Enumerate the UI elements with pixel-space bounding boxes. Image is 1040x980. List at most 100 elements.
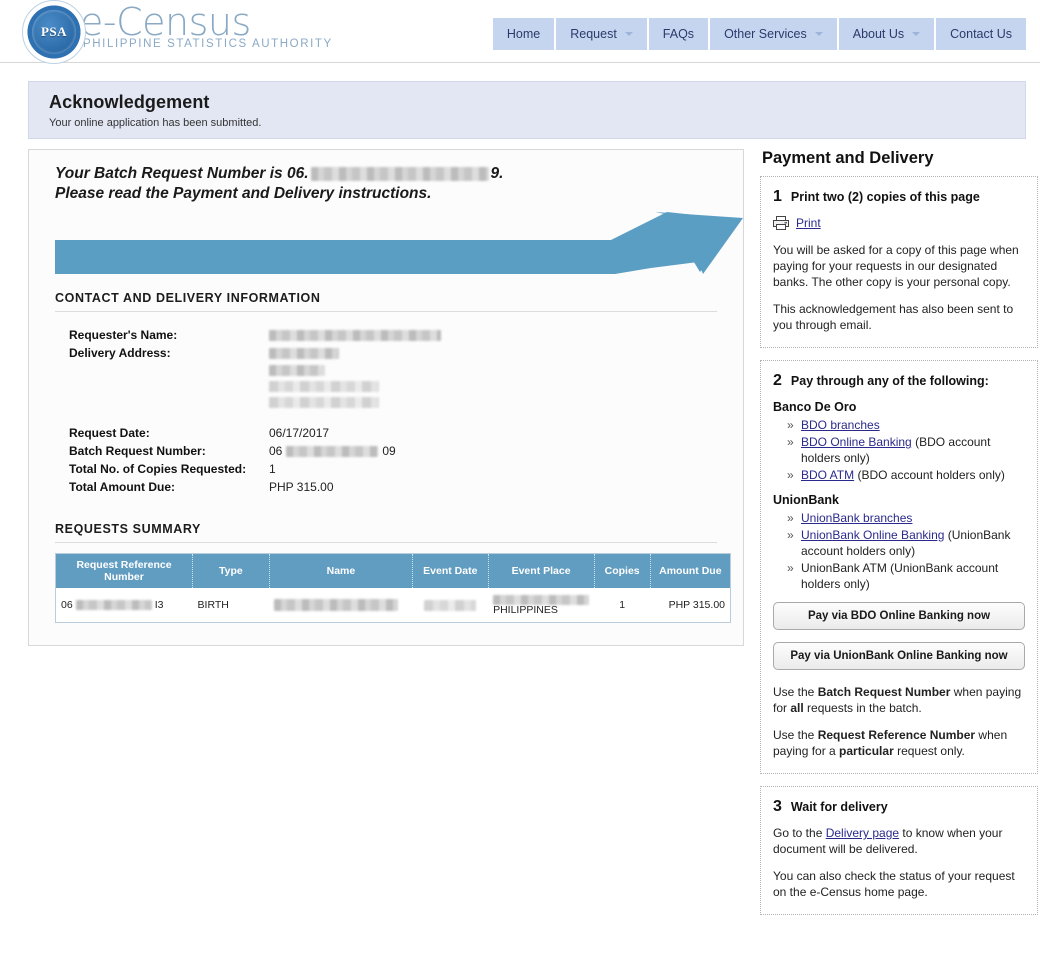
batch-number-suffix: 09 <box>382 444 396 458</box>
column-request-reference-number: Request Reference Number <box>55 553 194 588</box>
main-navigation: Home Request FAQs Other Services About U… <box>492 18 1026 50</box>
step-2-box: 2 Pay through any of the following: Banc… <box>760 360 1038 774</box>
batch-note-term: Batch Request Number <box>817 685 951 699</box>
step-2-number: 2 <box>773 372 782 389</box>
redacted-address-line-4 <box>269 397 379 409</box>
nav-label-faqs: FAQs <box>662 27 695 41</box>
print-link[interactable]: Print <box>796 215 821 231</box>
bank-options-bdo: BDO branches BDO Online Banking (BDO acc… <box>773 417 1025 483</box>
info-value-requester-name <box>269 326 441 344</box>
bdo-atm-note: (BDO account holders only) <box>854 468 1005 482</box>
cell-request-reference-number: 06 I3 <box>55 588 193 623</box>
redacted-event-date <box>424 599 477 611</box>
column-type: Type <box>192 553 270 588</box>
column-copies: Copies <box>594 553 651 588</box>
step-3-header: 3 Wait for delivery <box>773 799 1025 815</box>
table-header-row: Request Reference Number Type Name Event… <box>55 553 731 588</box>
nav-item-request[interactable]: Request <box>556 18 649 50</box>
list-item[interactable]: UnionBank branches <box>787 510 1025 526</box>
step-1-number: 1 <box>773 188 782 205</box>
content-wrapper: Your Batch Request Number is 06. 9. Pleas… <box>28 149 1038 927</box>
redacted-name <box>274 599 399 612</box>
nav-item-faqs[interactable]: FAQs <box>648 18 711 50</box>
nav-item-home[interactable]: Home <box>492 18 557 50</box>
bdo-branches-link[interactable]: BDO branches <box>801 418 880 432</box>
brand-logo[interactable]: PSA PHILIPPINE STATISTICS AUTHORITY e-Ce… <box>22 0 333 64</box>
step-1-paragraph-2: This acknowledgement has also been sent … <box>773 302 1014 332</box>
brand-text: e-Census PHILIPPINE STATISTICS AUTHORITY <box>80 0 333 50</box>
info-row-address-line2 <box>69 362 441 378</box>
nav-label-request: Request <box>570 27 617 41</box>
delivery-page-link[interactable]: Delivery page <box>826 826 899 840</box>
info-label-blank-2 <box>69 378 269 394</box>
step-3-box: 3 Wait for delivery Go to the Delivery p… <box>760 786 1038 915</box>
cell-event-place: PHILIPPINES <box>488 588 595 623</box>
unionbank-branches-link[interactable]: UnionBank branches <box>801 511 912 525</box>
table-row: 06 I3 BIRTH PHILIPPINES 1 PHP 315.00 <box>55 588 731 623</box>
bank-options-unionbank: UnionBank branches UnionBank Online Bank… <box>773 510 1025 592</box>
info-row-batch-request-number: Batch Request Number: 06 09 <box>69 442 441 460</box>
redacted-requester-name <box>269 330 441 342</box>
batch-note-e: requests in the batch. <box>803 701 922 715</box>
column-event-date: Event Date <box>412 553 489 588</box>
batch-note-a: Use the <box>773 685 818 699</box>
list-item[interactable]: BDO ATM (BDO account holders only) <box>787 467 1025 483</box>
info-row-spacer <box>69 410 441 424</box>
redacted-batch-number-mid <box>286 446 379 458</box>
ref-note-e: request only. <box>893 744 965 758</box>
step-1-box: 1 Print two (2) copies of this page Prin… <box>760 176 1038 348</box>
list-item[interactable]: BDO Online Banking (BDO account holders … <box>787 434 1025 466</box>
info-row-address-line4 <box>69 394 441 410</box>
payment-delivery-title: Payment and Delivery <box>762 149 934 167</box>
info-label-delivery-address: Delivery Address: <box>69 346 171 360</box>
info-label-request-date: Request Date: <box>69 426 150 440</box>
nav-item-contact-us[interactable]: Contact Us <box>936 18 1026 50</box>
column-amount-due: Amount Due <box>650 553 731 588</box>
bdo-online-banking-link[interactable]: BDO Online Banking <box>801 435 912 449</box>
requests-summary-heading: REQUESTS SUMMARY <box>55 522 717 543</box>
pay-via-unionbank-button[interactable]: Pay via UnionBank Online Banking now <box>773 642 1025 670</box>
contact-section-heading: CONTACT AND DELIVERY INFORMATION <box>55 291 717 312</box>
info-value-total-amount: PHP 315.00 <box>269 480 334 494</box>
batch-number-note: Use the Batch Request Number when paying… <box>773 684 1025 716</box>
print-row[interactable]: Print <box>773 215 1025 231</box>
unionbank-atm-text: UnionBank ATM (UnionBank account holders… <box>801 561 999 591</box>
bdo-atm-link[interactable]: BDO ATM <box>801 468 854 482</box>
info-row-delivery-address: Delivery Address: <box>69 344 441 362</box>
info-label-requester-name: Requester's Name: <box>69 328 178 342</box>
step-3-label: Wait for delivery <box>790 800 888 814</box>
list-item[interactable]: BDO branches <box>787 417 1025 433</box>
brand-subtitle: PHILIPPINE STATISTICS AUTHORITY <box>83 38 333 50</box>
info-value-total-copies: 1 <box>269 462 276 476</box>
batch-number-prefix: 06 <box>269 444 283 458</box>
batch-request-headline: Your Batch Request Number is 06. 9. Pleas… <box>55 164 725 204</box>
redacted-batch-number <box>310 166 489 181</box>
acknowledgement-details-panel: Your Batch Request Number is 06. 9. Pleas… <box>28 149 744 646</box>
list-item[interactable]: UnionBank Online Banking (UnionBank acco… <box>787 527 1025 559</box>
info-value-delivery-address-line2 <box>269 362 441 378</box>
chevron-down-icon <box>814 32 823 36</box>
cell-type: BIRTH <box>192 588 270 623</box>
redacted-event-place <box>493 594 590 605</box>
step-1-label: Print two (2) copies of this page <box>790 190 980 204</box>
psa-seal-ring-text: PHILIPPINE STATISTICS AUTHORITY <box>26 4 81 59</box>
redacted-reference-mid <box>75 600 152 611</box>
bank-name-bdo: Banco De Oro <box>773 400 857 414</box>
redacted-address-line-3 <box>269 381 379 393</box>
cell-copies: 1 <box>594 588 651 623</box>
info-row-total-amount: Total Amount Due: PHP 315.00 <box>69 478 441 496</box>
bank-name-unionbank: UnionBank <box>773 493 839 507</box>
step-2-label: Pay through any of the following: <box>790 374 989 388</box>
unionbank-online-banking-link[interactable]: UnionBank Online Banking <box>801 528 944 542</box>
cell-name <box>269 588 413 623</box>
reference-suffix: I3 <box>154 599 164 611</box>
step-1-paragraph-1: You will be asked for a copy of this pag… <box>773 243 1019 289</box>
chevron-down-icon <box>624 32 633 36</box>
nav-item-about-us[interactable]: About Us <box>838 18 937 50</box>
batch-headline-line2: Please read the Payment and Delivery ins… <box>55 185 432 202</box>
nav-item-other-services[interactable]: Other Services <box>710 18 839 50</box>
pay-via-bdo-button[interactable]: Pay via BDO Online Banking now <box>773 602 1025 630</box>
info-row-request-date: Request Date: 06/17/2017 <box>69 424 441 442</box>
event-place-value: PHILIPPINES <box>493 603 558 616</box>
arrow-graphic-icon <box>55 212 743 274</box>
